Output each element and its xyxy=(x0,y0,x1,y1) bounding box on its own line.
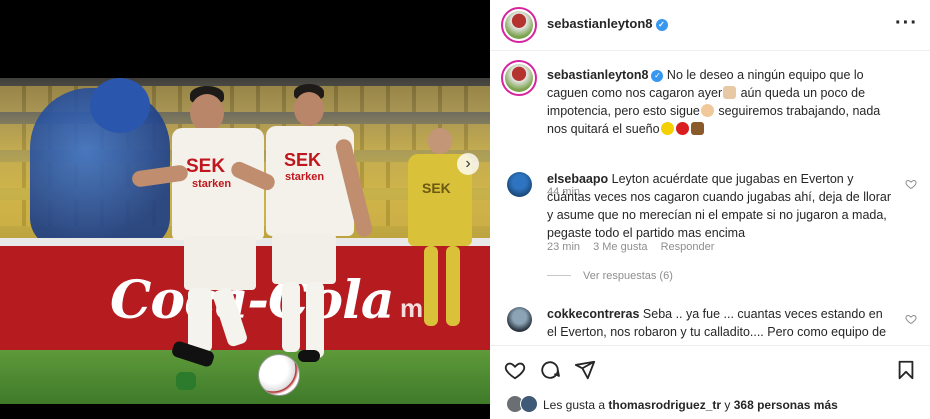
avatar[interactable] xyxy=(501,60,537,96)
avatar[interactable] xyxy=(520,395,538,413)
red-circle-emoji-icon xyxy=(675,122,689,135)
save-bookmark-icon[interactable] xyxy=(895,359,917,381)
replies-divider xyxy=(547,275,571,276)
facepalm-emoji-icon xyxy=(723,86,737,99)
soccer-ball xyxy=(258,354,300,396)
post-photo[interactable]: Coca-Cola mo SEK SEK starken SEK starken xyxy=(0,78,490,404)
avatar[interactable] xyxy=(507,307,532,332)
next-photo-icon[interactable]: › xyxy=(457,153,479,175)
likes-text: Les gusta a thomasrodriguez_tr y 368 per… xyxy=(543,398,838,412)
more-options-icon[interactable]: ··· xyxy=(895,12,918,35)
post-actions-bar xyxy=(490,345,930,393)
username-link[interactable]: sebastianleyton8 xyxy=(547,16,653,31)
caption-username[interactable]: sebastianleyton8 xyxy=(547,68,648,82)
comment-bubble-icon[interactable] xyxy=(539,359,561,381)
post-side-panel: sebastianleyton8 ✓ ··· sebastianleyton8 ✓ … xyxy=(490,0,930,419)
reply-button[interactable]: Responder xyxy=(661,241,715,253)
fist-emoji-icon xyxy=(700,104,714,117)
avatar[interactable] xyxy=(507,172,532,197)
view-replies-label[interactable]: Ver respuestas (6) xyxy=(583,270,673,282)
caption-text: sebastianleyton8 ✓ No le deseo a ningún e… xyxy=(547,66,902,138)
verified-badge-icon: ✓ xyxy=(655,19,668,31)
like-comment-heart-icon[interactable] xyxy=(905,178,917,190)
likes-summary: Les gusta a thomasrodriguez_tr y 368 per… xyxy=(490,393,930,419)
mascot-head xyxy=(90,78,150,133)
yellow-circle-emoji-icon xyxy=(660,122,674,135)
pitch-grass xyxy=(0,350,490,404)
instagram-post-view: Coca-Cola mo SEK SEK starken SEK starken… xyxy=(0,0,930,419)
share-send-icon[interactable] xyxy=(574,359,596,381)
like-heart-icon[interactable] xyxy=(504,359,526,381)
liker-username[interactable]: thomasrodriguez_tr xyxy=(608,398,721,412)
comment-item: cokkecontreras Seba .. ya fue ... cuanta… xyxy=(490,305,930,345)
verified-badge-icon: ✓ xyxy=(651,70,664,82)
comment-body: elsebaapo Leyton acuérdate que jugabas e… xyxy=(547,170,892,242)
post-header: sebastianleyton8 ✓ ··· xyxy=(490,0,930,51)
post-photo-container[interactable]: Coca-Cola mo SEK SEK starken SEK starken… xyxy=(0,0,490,419)
comment-time[interactable]: 23 min xyxy=(547,241,580,253)
comment-username[interactable]: elsebaapo xyxy=(547,172,608,186)
likes-count[interactable]: 368 personas más xyxy=(734,398,838,412)
likes-prefix: Les gusta a xyxy=(543,398,609,412)
comment-likes[interactable]: 3 Me gusta xyxy=(593,241,647,253)
avatar[interactable] xyxy=(501,7,537,43)
comment-meta: 23 min 3 Me gusta Responder xyxy=(547,241,724,253)
comment-body: cokkecontreras Seba .. ya fue ... cuanta… xyxy=(547,305,892,345)
view-replies-button[interactable]: Ver respuestas (6) xyxy=(547,270,673,282)
comment-username[interactable]: cokkecontreras xyxy=(547,307,639,321)
eagle-emoji-icon xyxy=(690,122,704,135)
likes-connector: y xyxy=(721,398,734,412)
like-comment-heart-icon[interactable] xyxy=(905,313,917,325)
post-author-username[interactable]: sebastianleyton8 ✓ xyxy=(547,16,668,31)
